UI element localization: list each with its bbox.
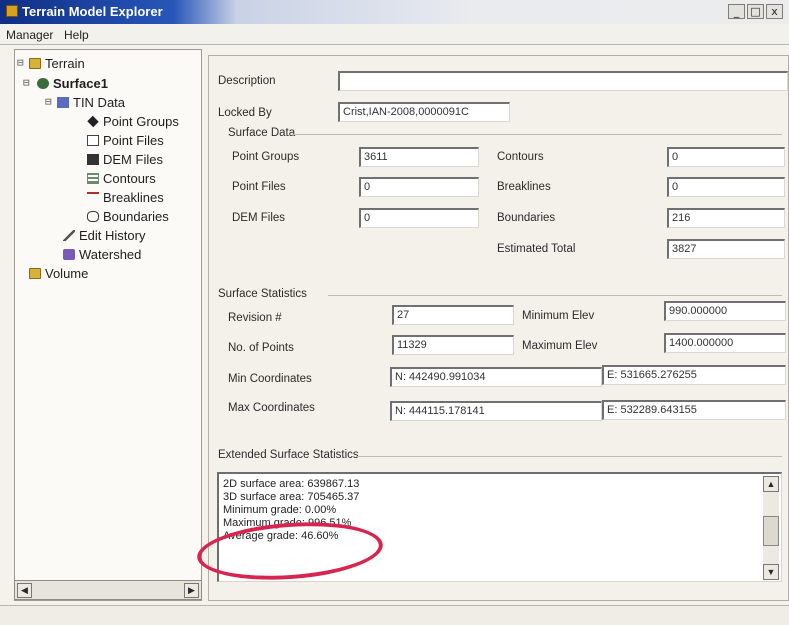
scroll-thumb[interactable] — [763, 516, 779, 546]
tree-label: DEM Files — [103, 152, 163, 167]
group-divider — [292, 134, 782, 135]
tree-label: Point Groups — [103, 114, 179, 129]
max-coordinates-n-field: N: 444115.178141 — [390, 401, 602, 421]
tree-item-surface[interactable]: Surface1 — [37, 76, 108, 91]
point-files-label: Point Files — [232, 181, 286, 193]
locked-by-field: Crist,IAN-2008,0000091C — [338, 102, 510, 122]
extended-statistics-heading: Extended Surface Statistics — [218, 449, 359, 461]
window-title: Terrain Model Explorer — [22, 4, 163, 19]
dem-files-label: DEM Files — [232, 212, 286, 224]
min-elev-label: Minimum Elev — [522, 310, 595, 322]
boundaries-field: 216 — [667, 208, 785, 228]
tree-label: Volume — [45, 266, 89, 281]
point-groups-label: Point Groups — [232, 151, 300, 163]
tree-item-dem-files[interactable]: DEM Files — [87, 152, 163, 167]
tin-data-icon — [57, 97, 69, 108]
scroll-right-arrow-icon[interactable]: ▶ — [184, 583, 199, 598]
extended-statistics-scrollbar[interactable]: ▲ ▼ — [763, 476, 779, 580]
tree-item-tin-data[interactable]: TIN Data — [57, 95, 125, 110]
scroll-up-arrow-icon[interactable]: ▲ — [763, 476, 779, 492]
tree-label: Breaklines — [103, 190, 164, 205]
tree-label: Watershed — [79, 247, 142, 262]
stat-line: 2D surface area: 639867.13 — [223, 478, 360, 490]
tree-label: Point Files — [103, 133, 164, 148]
menu-bar: Manager Help — [0, 24, 789, 45]
min-coordinates-label: Min Coordinates — [228, 373, 312, 385]
tree-label: Boundaries — [103, 209, 169, 224]
menu-help[interactable]: Help — [64, 28, 89, 42]
point-file-icon — [87, 135, 99, 146]
dem-icon — [87, 154, 99, 165]
collapse-toggle[interactable]: ⊟ — [45, 95, 52, 108]
min-elev-field: 990.000000 — [664, 301, 786, 321]
edit-icon — [63, 230, 75, 241]
surface-icon — [37, 78, 49, 89]
surface-data-heading: Surface Data — [228, 127, 296, 139]
tree-item-point-files[interactable]: Point Files — [87, 133, 164, 148]
tree-label: Surface1 — [53, 76, 108, 91]
estimated-total-label: Estimated Total — [497, 243, 576, 255]
group-divider — [356, 456, 782, 457]
estimated-total-field: 3827 — [667, 239, 785, 259]
contours-field: 0 — [667, 147, 785, 167]
tree-item-watershed[interactable]: Watershed — [63, 247, 141, 262]
watershed-icon — [63, 249, 75, 260]
point-files-field: 0 — [359, 177, 479, 197]
point-groups-field: 3611 — [359, 147, 479, 167]
tree-item-edit-history[interactable]: Edit History — [63, 228, 145, 243]
breaklines-label: Breaklines — [497, 181, 551, 193]
tree-item-boundaries[interactable]: Boundaries — [87, 209, 169, 224]
num-points-field: 11329 — [392, 335, 514, 355]
max-coordinates-label: Max Coordinates — [228, 402, 315, 414]
folder-icon — [29, 58, 41, 69]
point-groups-icon — [87, 115, 99, 128]
max-elev-label: Maximum Elev — [522, 340, 598, 352]
status-bar — [0, 605, 789, 625]
boundary-icon — [87, 211, 99, 222]
revision-field: 27 — [392, 305, 514, 325]
scroll-left-arrow-icon[interactable]: ◀ — [17, 583, 32, 598]
minimize-button[interactable]: _ — [728, 4, 745, 19]
close-button[interactable]: x — [766, 4, 783, 19]
collapse-toggle[interactable]: ⊟ — [23, 76, 30, 89]
tree-label: Contours — [103, 171, 156, 186]
tree-horizontal-scrollbar[interactable]: ◀ ▶ — [14, 580, 202, 600]
tree-item-volume[interactable]: Volume — [29, 266, 88, 281]
boundaries-label: Boundaries — [497, 212, 556, 224]
tree-item-breaklines[interactable]: Breaklines — [87, 190, 164, 205]
stat-line: 3D surface area: 705465.37 — [223, 491, 360, 503]
maximize-button[interactable]: □ — [747, 4, 764, 19]
max-coordinates-e-field: E: 532289.643155 — [602, 400, 786, 420]
revision-label: Revision # — [228, 312, 282, 324]
tree-label: Edit History — [79, 228, 146, 243]
tree-item-point-groups[interactable]: Point Groups — [87, 114, 179, 129]
tree-item-terrain[interactable]: Terrain — [29, 56, 85, 71]
dem-files-field: 0 — [359, 208, 479, 228]
contours-icon — [87, 173, 99, 184]
breaklines-field: 0 — [667, 177, 785, 197]
num-points-label: No. of Points — [228, 342, 294, 354]
tree-item-contours[interactable]: Contours — [87, 171, 156, 186]
stat-line: Minimum grade: 0.00% — [223, 504, 337, 516]
min-coordinates-n-field: N: 442490.991034 — [390, 367, 602, 387]
collapse-toggle[interactable]: ⊟ — [17, 56, 24, 69]
locked-by-label: Locked By — [218, 107, 272, 119]
description-field[interactable] — [338, 71, 788, 91]
menu-manager[interactable]: Manager — [6, 28, 53, 42]
breaklines-icon — [87, 192, 99, 203]
app-icon — [6, 5, 18, 17]
title-bar: Terrain Model Explorer _ □ x — [0, 0, 789, 24]
contours-label: Contours — [497, 151, 544, 163]
group-divider — [328, 295, 782, 296]
description-label: Description — [218, 75, 276, 87]
surface-statistics-heading: Surface Statistics — [218, 288, 307, 300]
tree-pane: ⊟ Terrain ⊟ Surface1 ⊟ TIN Data Point Gr… — [14, 49, 202, 601]
min-coordinates-e-field: E: 531665.276255 — [602, 365, 786, 385]
tree-label: Terrain — [45, 56, 85, 71]
folder-icon — [29, 268, 41, 279]
tree-label: TIN Data — [73, 95, 126, 110]
scroll-down-arrow-icon[interactable]: ▼ — [763, 564, 779, 580]
max-elev-field: 1400.000000 — [664, 333, 786, 353]
